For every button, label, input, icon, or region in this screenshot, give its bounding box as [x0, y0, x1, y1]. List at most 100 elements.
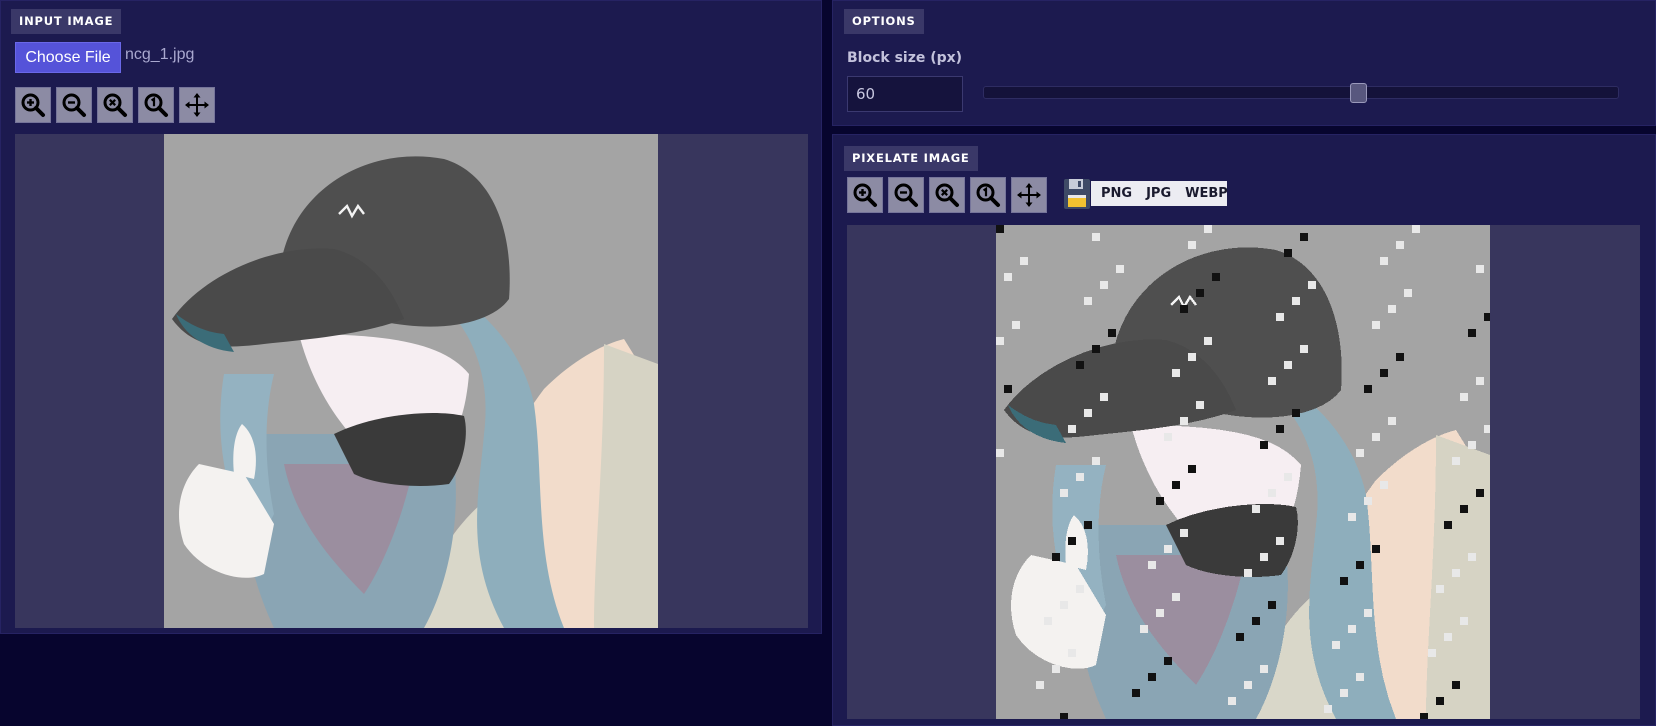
floppy-disk-icon[interactable]	[1063, 176, 1091, 210]
pixel-block	[1148, 561, 1156, 569]
pixel-block	[1444, 521, 1452, 529]
pixel-block	[1380, 257, 1388, 265]
pixel-block	[1060, 713, 1068, 719]
pixel-block	[1260, 553, 1268, 561]
pixel-block	[1396, 353, 1404, 361]
pixel-block	[1340, 577, 1348, 585]
pixel-block	[1452, 457, 1460, 465]
pixelate-image-title: PIXELATE IMAGE	[844, 146, 978, 171]
pixelate-image-panel: PIXELATE IMAGE PNG JPG WEBP	[832, 134, 1656, 726]
pixel-block	[1060, 601, 1068, 609]
pixel-block	[1444, 633, 1452, 641]
pixel-block	[1004, 385, 1012, 393]
zoom-actual-size-icon[interactable]	[970, 177, 1006, 213]
pixel-block	[1092, 233, 1100, 241]
pixel-block	[1476, 377, 1484, 385]
block-size-input[interactable]: 60	[847, 76, 963, 112]
input-toolbar	[15, 87, 215, 123]
export-format-box: PNG JPG WEBP	[1091, 181, 1228, 206]
zoom-out-icon[interactable]	[56, 87, 92, 123]
pixel-block	[1372, 321, 1380, 329]
input-artwork-image	[164, 134, 658, 628]
pixel-block	[1388, 417, 1396, 425]
input-image-title: INPUT IMAGE	[11, 9, 122, 34]
pixel-block	[1364, 497, 1372, 505]
pixel-block	[1180, 417, 1188, 425]
pixel-block	[1068, 425, 1076, 433]
pixel-block	[1052, 665, 1060, 673]
pixel-block	[1140, 625, 1148, 633]
pixel-block	[1300, 233, 1308, 241]
pixel-block	[1380, 481, 1388, 489]
pixel-block	[1308, 281, 1316, 289]
pixel-block	[1172, 481, 1180, 489]
options-title: OPTIONS	[844, 9, 924, 34]
pixel-block	[1164, 545, 1172, 553]
pixel-block	[1460, 617, 1468, 625]
pixel-block	[996, 337, 1004, 345]
pixel-block	[1180, 529, 1188, 537]
pixel-block	[1068, 537, 1076, 545]
zoom-actual-size-icon[interactable]	[138, 87, 174, 123]
pixel-block	[1156, 497, 1164, 505]
pixel-block	[1372, 545, 1380, 553]
pixel-block	[1300, 345, 1308, 353]
move-icon[interactable]	[179, 87, 215, 123]
pixel-block	[1164, 657, 1172, 665]
pixel-block	[1244, 569, 1252, 577]
pixel-block	[1076, 361, 1084, 369]
pixel-block	[1244, 681, 1252, 689]
pixel-block	[1420, 713, 1428, 719]
zoom-in-icon[interactable]	[15, 87, 51, 123]
pixel-block	[1228, 697, 1236, 705]
zoom-out-icon[interactable]	[888, 177, 924, 213]
file-name-label: ncg_1.jpg	[125, 46, 195, 63]
input-image-viewer[interactable]	[15, 134, 808, 628]
pixel-block	[1460, 393, 1468, 401]
zoom-in-icon[interactable]	[847, 177, 883, 213]
pixel-block	[1484, 425, 1490, 433]
export-jpg-button[interactable]: JPG	[1146, 186, 1171, 201]
pixel-block	[1036, 681, 1044, 689]
block-size-label: Block size (px)	[847, 50, 963, 66]
pixel-block	[1292, 409, 1300, 417]
pixel-block	[1076, 473, 1084, 481]
pixel-block	[1172, 593, 1180, 601]
pixel-block	[1276, 425, 1284, 433]
pixel-block	[1212, 273, 1220, 281]
pixel-block	[1116, 265, 1124, 273]
pixel-block	[1188, 241, 1196, 249]
export-png-button[interactable]: PNG	[1101, 186, 1132, 201]
pixel-block	[1180, 305, 1188, 313]
pixel-block	[1452, 681, 1460, 689]
pixel-block	[1332, 641, 1340, 649]
block-size-slider[interactable]	[983, 83, 1619, 103]
pixel-block	[1148, 673, 1156, 681]
zoom-reset-icon[interactable]	[97, 87, 133, 123]
slider-thumb[interactable]	[1350, 83, 1368, 103]
pixel-block	[1284, 473, 1292, 481]
pixel-block	[1348, 625, 1356, 633]
pixel-block	[1196, 289, 1204, 297]
pixel-block	[1132, 689, 1140, 697]
pixel-block	[1276, 537, 1284, 545]
choose-file-button[interactable]: Choose File	[15, 42, 121, 73]
export-webp-button[interactable]: WEBP	[1185, 186, 1228, 201]
pixel-block	[1268, 601, 1276, 609]
pixel-block	[1372, 433, 1380, 441]
pixel-block	[1268, 489, 1276, 497]
pixelated-image-viewer[interactable]	[847, 225, 1640, 719]
pixel-block	[996, 225, 1004, 233]
pixel-block	[1276, 313, 1284, 321]
zoom-reset-icon[interactable]	[929, 177, 965, 213]
pixel-block	[1364, 609, 1372, 617]
pixel-block	[1460, 505, 1468, 513]
pixel-block	[1476, 265, 1484, 273]
pixel-block	[1172, 369, 1180, 377]
pixel-block	[1468, 329, 1476, 337]
move-icon[interactable]	[1011, 177, 1047, 213]
pixel-block	[1020, 257, 1028, 265]
pixel-block	[1388, 305, 1396, 313]
pixel-block	[1468, 553, 1476, 561]
pixel-block	[1340, 689, 1348, 697]
